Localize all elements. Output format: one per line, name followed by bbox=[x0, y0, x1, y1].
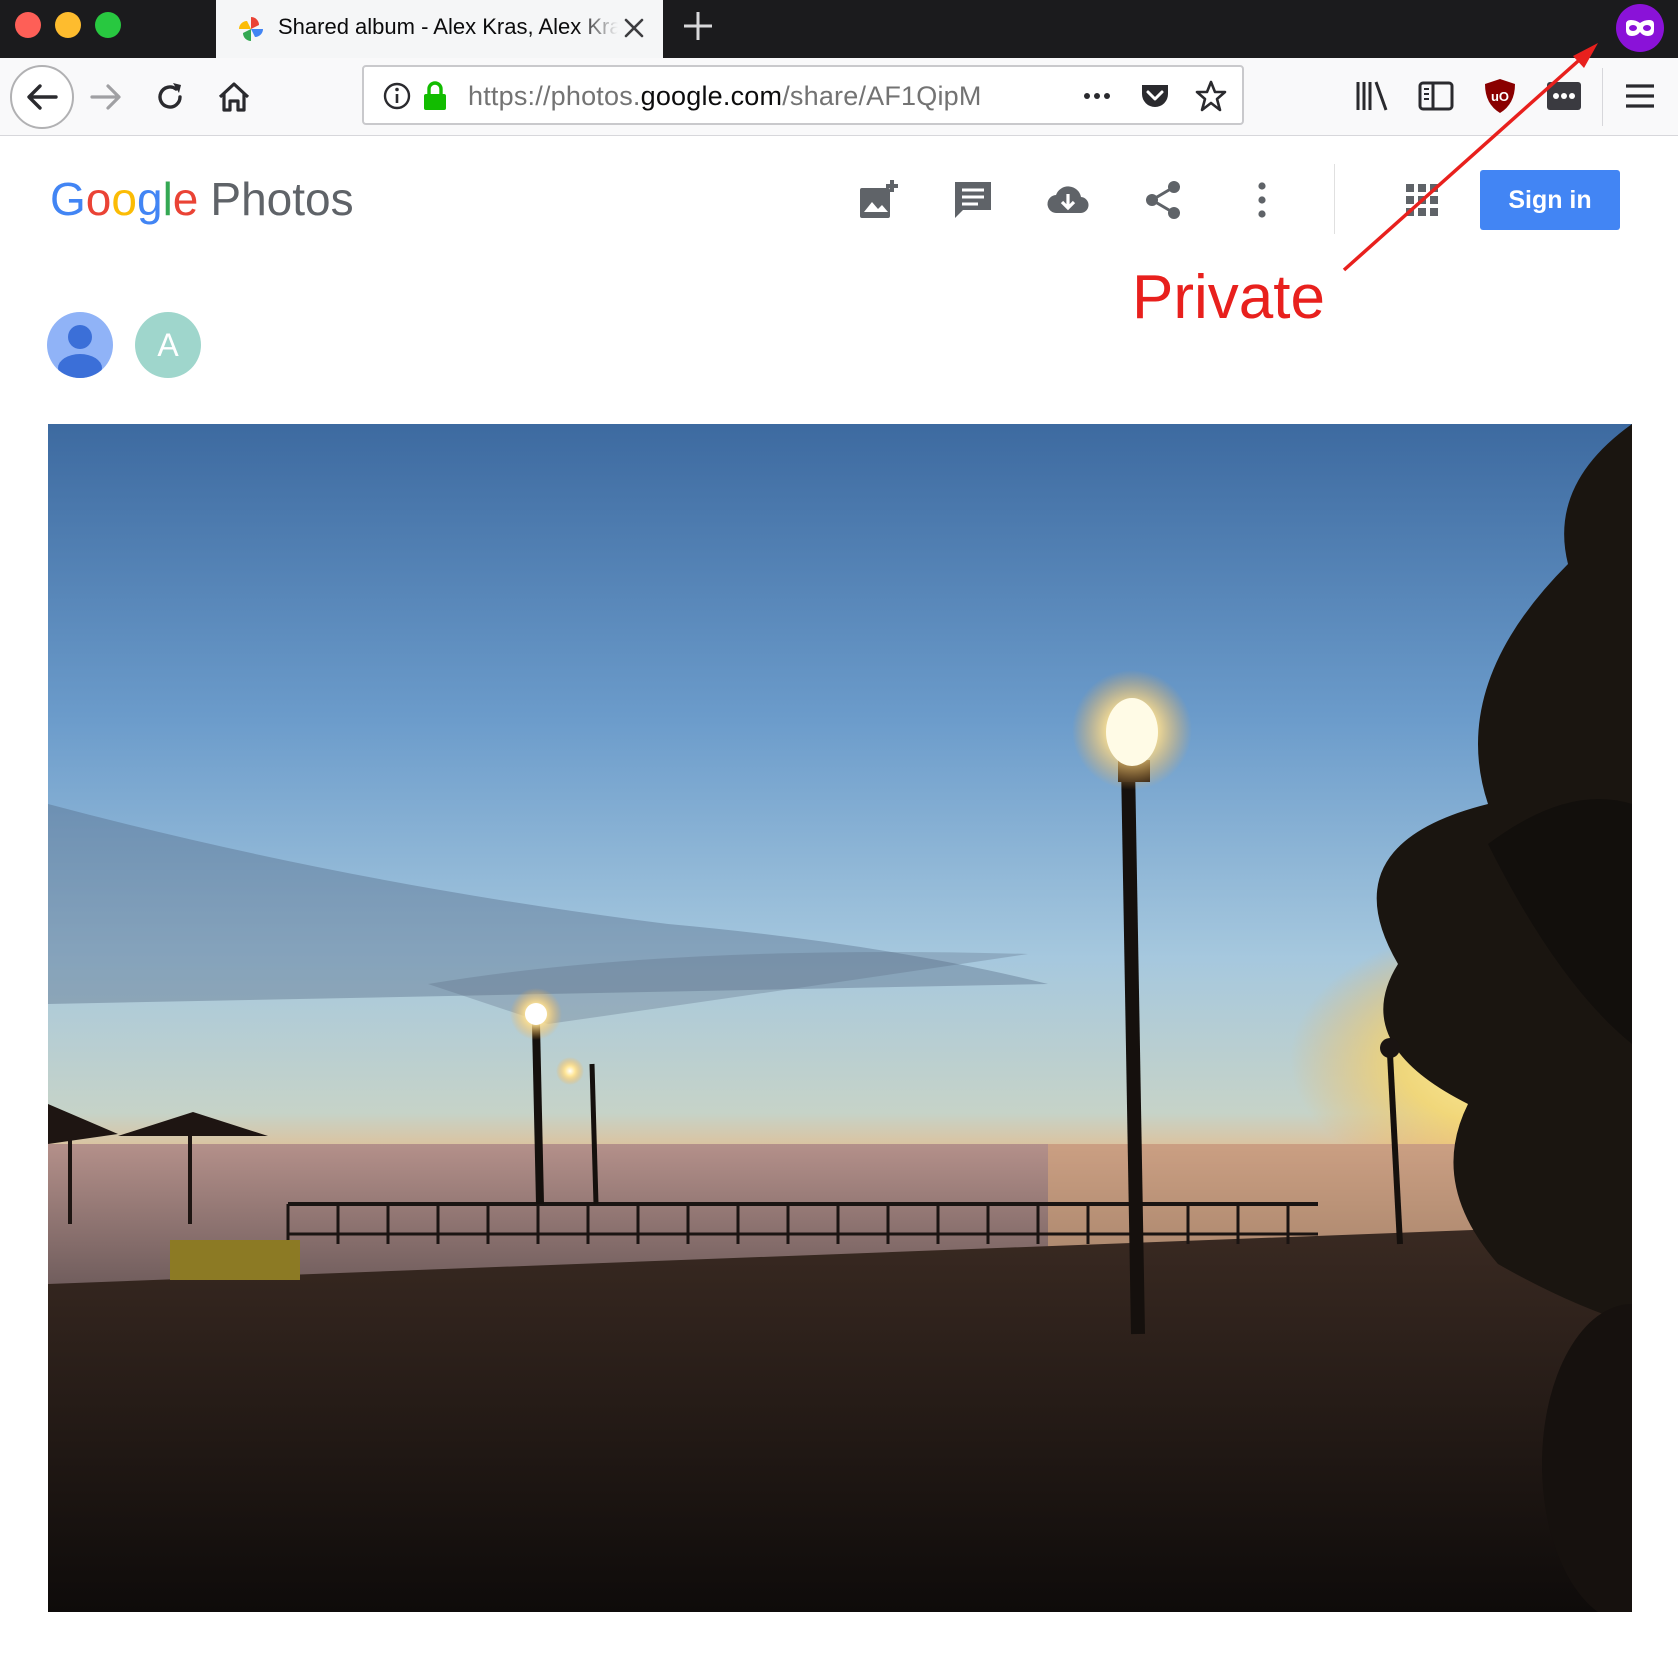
forward-button[interactable] bbox=[74, 65, 138, 129]
home-icon bbox=[218, 82, 250, 112]
download-icon[interactable] bbox=[1046, 178, 1090, 222]
google-photos-logo[interactable]: Google Photos bbox=[50, 172, 354, 226]
avatar-letter[interactable]: A bbox=[135, 312, 201, 378]
window-minimize-button[interactable] bbox=[55, 12, 81, 38]
logo-letter-o2: o bbox=[111, 173, 137, 225]
url-text: https://photos.google.com/share/AF1QipM bbox=[468, 81, 982, 111]
logo-letter-e: e bbox=[172, 173, 199, 225]
reload-icon bbox=[158, 83, 182, 109]
forward-arrow-icon bbox=[90, 84, 121, 110]
url-bar[interactable]: https://photos.google.com/share/AF1QipM bbox=[362, 65, 1244, 125]
annotation-arrow-icon bbox=[1342, 43, 1598, 272]
window-maximize-button[interactable] bbox=[95, 12, 121, 38]
window-close-button[interactable] bbox=[15, 12, 41, 38]
lock-icon[interactable] bbox=[418, 79, 452, 113]
logo-letter-g2: g bbox=[136, 173, 163, 225]
logo-letter-g: G bbox=[50, 173, 86, 225]
person-silhouette-icon bbox=[58, 325, 102, 378]
private-annotation-label: Private bbox=[1132, 263, 1325, 332]
back-button[interactable] bbox=[10, 65, 74, 129]
sunset-photo-image bbox=[48, 424, 1632, 1612]
add-photo-icon[interactable] bbox=[856, 178, 900, 222]
pocket-icon[interactable] bbox=[1138, 79, 1172, 113]
reload-button[interactable] bbox=[138, 65, 202, 129]
logo-letter-l: l bbox=[162, 173, 173, 225]
logo-letter-o1: o bbox=[85, 173, 112, 225]
home-button[interactable] bbox=[202, 65, 266, 129]
tab-close-icon[interactable] bbox=[618, 12, 650, 44]
more-vert-icon[interactable] bbox=[1240, 178, 1284, 222]
google-photos-favicon-icon bbox=[239, 17, 263, 41]
back-arrow-icon bbox=[27, 84, 58, 110]
tab-title: Shared album - Alex Kras, Alex Kras bbox=[278, 14, 618, 39]
more-dots-icon[interactable] bbox=[1080, 79, 1114, 113]
new-tab-plus-icon[interactable] bbox=[680, 8, 716, 44]
browser-tab[interactable]: Shared album - Alex Kras, Alex Kras bbox=[216, 0, 663, 58]
avatar-person[interactable] bbox=[47, 312, 113, 378]
shared-photo-sunset[interactable] bbox=[48, 424, 1632, 1612]
share-icon[interactable] bbox=[1141, 178, 1185, 222]
star-icon[interactable] bbox=[1194, 79, 1228, 113]
logo-product-name: Photos bbox=[210, 173, 354, 225]
info-icon[interactable] bbox=[380, 79, 414, 113]
comment-icon[interactable] bbox=[951, 178, 995, 222]
